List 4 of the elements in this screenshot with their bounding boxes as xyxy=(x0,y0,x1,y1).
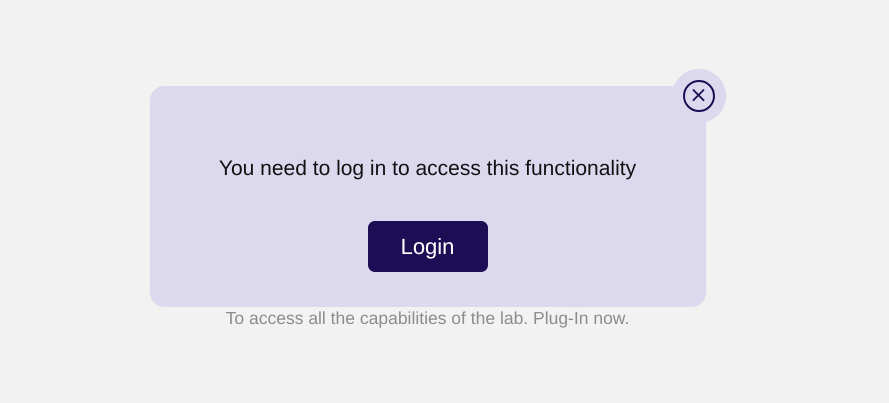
close-button[interactable]: × xyxy=(672,69,726,123)
background-text: To access all the capabilities of the lab. Plug-In now. xyxy=(226,308,630,328)
dialog-message: You need to log in to access this functionality xyxy=(218,157,636,181)
login-button[interactable]: Login xyxy=(368,221,488,272)
